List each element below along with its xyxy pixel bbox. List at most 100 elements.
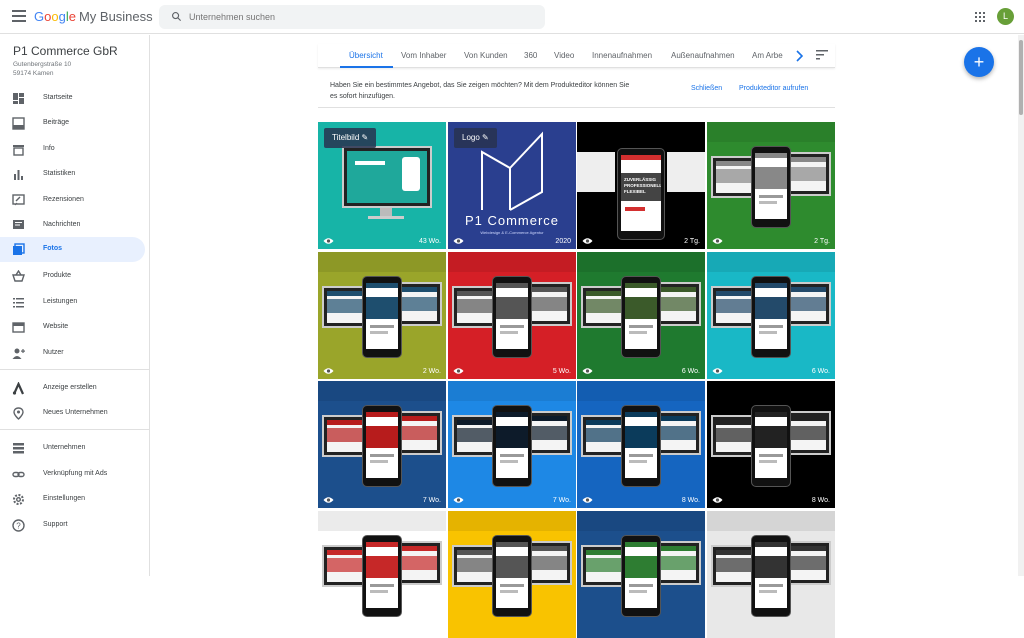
- tab-3[interactable]: 360: [524, 51, 537, 60]
- google-my-business-logo[interactable]: Google My Business: [34, 9, 153, 24]
- sort-icon[interactable]: [816, 50, 828, 60]
- sidebar-item-support[interactable]: ? Support: [0, 513, 145, 538]
- photo-tile[interactable]: P1 Commerce Webdesign & E-Commerce Agentu…: [448, 122, 576, 249]
- sidebar-item-beiträge[interactable]: Beiträge: [0, 111, 145, 136]
- product-editor-promo: Haben Sie ein bestimmtes Angebot, das Si…: [318, 72, 835, 108]
- tab-2[interactable]: Von Kunden: [464, 51, 508, 60]
- tab-5[interactable]: Innenaufnahmen: [592, 51, 652, 60]
- add-photo-button[interactable]: +: [964, 47, 994, 77]
- sidebar-item-label: Nachrichten: [43, 221, 81, 228]
- photo-age: 7 Wo.: [422, 497, 441, 504]
- sidebar-item-info[interactable]: Info: [0, 137, 145, 162]
- sidebar-divider: [0, 429, 150, 430]
- tab-7[interactable]: Am Arbe: [752, 51, 783, 60]
- sidebar: P1 Commerce GbR Gutenbergstraße 10 59174…: [0, 35, 150, 576]
- apps-grid-icon[interactable]: [975, 12, 985, 22]
- business-icon: [13, 443, 24, 454]
- sidebar-item-label: Support: [43, 521, 68, 528]
- photo-age: 2 Tg.: [814, 238, 830, 245]
- open-product-editor-button[interactable]: Produkteditor aufrufen: [739, 85, 808, 92]
- photo-tile[interactable]: 7 Wo.: [318, 381, 446, 508]
- tablet-mockup: [785, 282, 831, 326]
- sidebar-item-nutzer[interactable]: Nutzer: [0, 341, 145, 366]
- views-eye-icon: [323, 497, 334, 503]
- tab-4[interactable]: Video: [554, 51, 574, 60]
- views-eye-icon: [453, 238, 464, 244]
- reviews-icon: [12, 194, 25, 206]
- basket-icon: [12, 270, 25, 282]
- sidebar-item-website[interactable]: Website: [0, 315, 145, 340]
- photo-type-chip[interactable]: Titelbild ✎: [324, 128, 377, 148]
- sidebar-item-produkte[interactable]: Produkte: [0, 264, 145, 289]
- sidebar-item-verknüpfung-mit-ads[interactable]: Verknüpfung mit Ads: [0, 462, 145, 487]
- close-promo-button[interactable]: Schließen: [691, 85, 722, 92]
- sidebar-item-label: Unternehmen: [43, 444, 86, 451]
- sidebar-item-nachrichten[interactable]: Nachrichten: [0, 213, 145, 238]
- photo-tile[interactable]: [577, 511, 705, 638]
- photo-age: 6 Wo.: [681, 368, 700, 375]
- active-tab-indicator: [340, 66, 393, 68]
- avatar[interactable]: L: [997, 8, 1014, 25]
- photo-tile[interactable]: 6 Wo.: [577, 252, 705, 379]
- photo-tile[interactable]: 2 Tg.: [707, 122, 835, 249]
- photo-tile[interactable]: [707, 511, 835, 638]
- dashboard-icon: [13, 93, 24, 104]
- photo-tile[interactable]: 8 Wo.: [707, 381, 835, 508]
- sidebar-item-label: Beiträge: [43, 119, 70, 126]
- tab-0[interactable]: Übersicht: [349, 51, 383, 60]
- tablet-mockup: [396, 411, 442, 455]
- photo-tile[interactable]: [448, 511, 576, 638]
- hamburger-menu-icon[interactable]: [12, 10, 26, 24]
- monitor-mockup: [342, 146, 432, 208]
- photo-tile[interactable]: [318, 511, 446, 638]
- scrollbar-track[interactable]: [1018, 35, 1024, 576]
- list-icon: [13, 298, 24, 308]
- sidebar-item-statistiken[interactable]: Statistiken: [0, 162, 145, 187]
- photo-age: 8 Wo.: [811, 497, 830, 504]
- photo-tile[interactable]: 5 Wo.: [448, 252, 576, 379]
- views-eye-icon: [453, 368, 464, 374]
- tab-6[interactable]: Außenaufnahmen: [671, 51, 735, 60]
- tablet-mockup: [526, 411, 572, 455]
- location-pin-icon: [13, 407, 24, 420]
- phone-mockup: [362, 535, 402, 617]
- phone-mockup: [362, 405, 402, 487]
- photo-tile[interactable]: ZUVERLÄSSIG PROFESSIONELL FLEXIBEL 2 Tg.: [577, 122, 705, 249]
- photo-tile[interactable]: 7 Wo.: [448, 381, 576, 508]
- tab-1[interactable]: Vom Inhaber: [401, 51, 446, 60]
- sidebar-item-unternehmen[interactable]: Unternehmen: [0, 436, 145, 461]
- sidebar-item-startseite[interactable]: Startseite: [0, 86, 145, 111]
- phone-mockup: [751, 276, 791, 358]
- sidebar-item-anzeige-erstellen[interactable]: Anzeige erstellen: [0, 376, 145, 401]
- svg-text:?: ?: [16, 522, 21, 531]
- sidebar-item-label: Rezensionen: [43, 196, 84, 203]
- photo-tile[interactable]: Titelbild ✎ 43 Wo.: [318, 122, 446, 249]
- top-app-bar: GoogleMy Business L: [0, 0, 1024, 34]
- tablet-mockup: [655, 541, 701, 585]
- photo-type-chip[interactable]: Logo ✎: [454, 128, 497, 148]
- link-icon: [12, 471, 25, 478]
- store-icon: [13, 145, 24, 156]
- help-icon: ?: [12, 519, 25, 532]
- phone-mockup: [751, 405, 791, 487]
- sidebar-item-leistungen[interactable]: Leistungen: [0, 290, 145, 315]
- sidebar-item-label: Info: [43, 145, 55, 152]
- phone-mockup: ZUVERLÄSSIG PROFESSIONELL FLEXIBEL: [617, 148, 665, 240]
- photo-tile[interactable]: 8 Wo.: [577, 381, 705, 508]
- photo-tile[interactable]: 2 Wo.: [318, 252, 446, 379]
- photo-tile[interactable]: 6 Wo.: [707, 252, 835, 379]
- sidebar-item-einstellungen[interactable]: Einstellungen: [0, 487, 145, 512]
- search-input[interactable]: [189, 8, 529, 26]
- sidebar-item-neues-unternehmen[interactable]: Neues Unternehmen: [0, 401, 145, 426]
- sidebar-item-fotos[interactable]: Fotos: [0, 237, 145, 262]
- chevron-right-icon[interactable]: [795, 50, 803, 62]
- scrollbar-thumb[interactable]: [1019, 40, 1023, 115]
- photo-age: 2 Tg.: [684, 238, 700, 245]
- search-box[interactable]: [159, 5, 545, 29]
- phone-mockup: [362, 276, 402, 358]
- tablet-mockup: [655, 282, 701, 326]
- sidebar-item-rezensionen[interactable]: Rezensionen: [0, 188, 145, 213]
- photo-age: 6 Wo.: [811, 368, 830, 375]
- phone-mockup: [751, 535, 791, 617]
- sidebar-item-label: Statistiken: [43, 170, 76, 177]
